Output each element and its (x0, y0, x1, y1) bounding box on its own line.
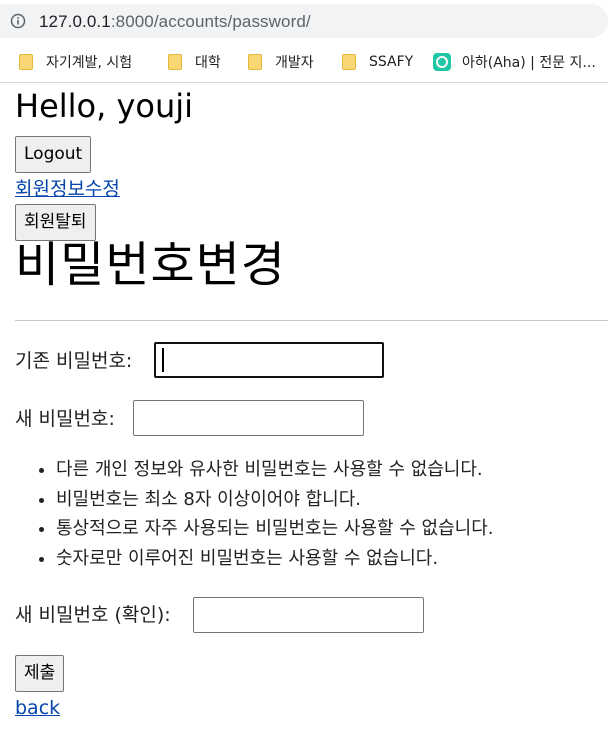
list-item: 비밀번호는 최소 8자 이상이어야 합니다. (56, 485, 494, 515)
logout-button[interactable]: Logout (15, 136, 92, 173)
bookmark-self-development[interactable]: 자기계발, 시험 (19, 51, 132, 73)
delete-account-button[interactable]: 회원탈퇴 (15, 204, 96, 241)
submit-button[interactable]: 제출 (15, 655, 65, 692)
bookmark-developer[interactable]: 개발자 (248, 51, 314, 73)
bookmark-label: 아하(Aha) | 전문 지... (462, 55, 596, 71)
new-password-label: 새 비밀번호: (15, 408, 115, 430)
password-help-list: 다른 개인 정보와 유사한 비밀번호는 사용할 수 없습니다. 비밀번호는 최소… (15, 455, 494, 573)
back-link[interactable]: back (15, 697, 60, 719)
folder-icon (19, 54, 33, 70)
url-text: 127.0.0.1:8000/accounts/password/ (39, 12, 311, 32)
page-title: 비밀번호변경 (15, 237, 286, 293)
list-item: 숫자로만 이루어진 비밀번호는 사용할 수 없습니다. (56, 544, 494, 574)
folder-icon (248, 54, 262, 70)
bookmark-label: 개발자 (275, 55, 314, 71)
info-icon[interactable] (10, 13, 26, 29)
old-password-input[interactable] (154, 342, 384, 378)
folder-icon (168, 54, 182, 70)
bookmark-university[interactable]: 대학 (168, 51, 221, 73)
divider (15, 320, 608, 321)
confirm-password-input[interactable] (193, 597, 424, 633)
list-item: 통상적으로 자주 사용되는 비밀번호는 사용할 수 없습니다. (56, 514, 494, 544)
confirm-password-label: 새 비밀번호 (확인): (15, 604, 171, 626)
edit-profile-link[interactable]: 회원정보수정 (15, 178, 120, 200)
list-item: 다른 개인 정보와 유사한 비밀번호는 사용할 수 없습니다. (56, 455, 494, 485)
url-path: :8000/accounts/password/ (110, 12, 311, 31)
address-bar: 127.0.0.1:8000/accounts/password/ (0, 0, 608, 42)
bookmark-label: 자기계발, 시험 (46, 55, 133, 71)
new-password-input[interactable] (133, 400, 364, 436)
bookmark-label: SSAFY (369, 54, 414, 70)
bookmarks-bar: 자기계발, 시험 대학 개발자 SSAFY 아하(Aha) | 전문 지... (0, 42, 608, 83)
bookmark-aha[interactable]: 아하(Aha) | 전문 지... (433, 51, 596, 73)
text-caret (162, 348, 164, 372)
folder-icon (342, 54, 356, 70)
old-password-label: 기존 비밀번호: (15, 350, 133, 372)
url-field[interactable]: 127.0.0.1:8000/accounts/password/ (0, 4, 608, 38)
aha-icon (433, 53, 451, 71)
bookmark-label: 대학 (195, 55, 221, 71)
greeting-heading: Hello, youji (15, 87, 194, 125)
bookmark-ssafy[interactable]: SSAFY (342, 51, 413, 73)
url-host: 127.0.0.1 (39, 12, 111, 31)
